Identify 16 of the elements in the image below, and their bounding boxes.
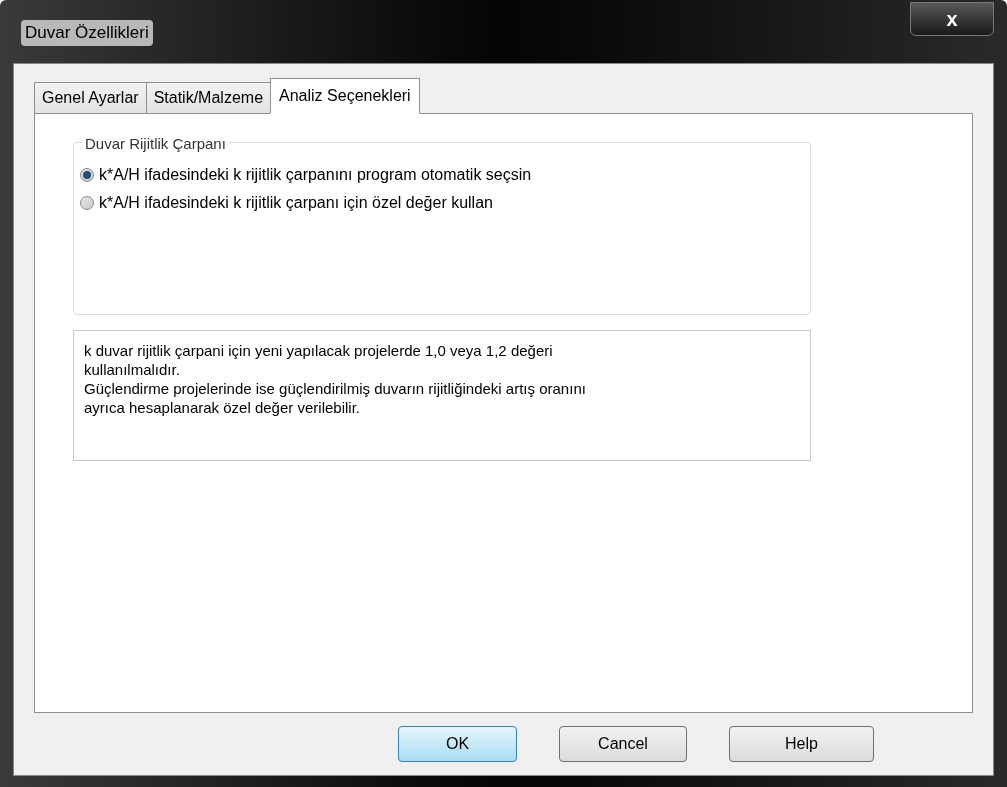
dialog-button[interactable]: Help [729,726,874,762]
radio-button[interactable] [80,168,94,182]
radio-label: k*A/H ifadesindeki k rijitlik çarpanını program otomatik seçsin [99,165,532,185]
dialog-button[interactable]: Cancel [559,726,687,762]
info-text: k duvar rijitlik çarpani için yeni yapılacak projelerde 1,0 veya 1,2 değeri [84,341,553,360]
info-text: ayrıca hesaplanarak özel değer verilebilir. [84,398,360,417]
radio-label: k*A/H ifadesindeki k rijitlik çarpanı için özel değer kullan [99,193,493,213]
tab[interactable]: Analiz Seçenekleri [270,78,420,114]
radio-button[interactable] [80,196,94,210]
info-text: kullanılmalıdır. [84,360,180,379]
dialog-button[interactable]: OK [398,726,517,762]
close-button[interactable]: x [910,2,994,36]
window-title: Duvar Özellikleri [21,20,153,46]
info-text: Güçlendirme projelerinde ise güçlendirilmiş duvarın rijitliğindeki artış oranını [84,379,586,398]
tab[interactable]: Statik/Malzeme [145,82,272,114]
tab[interactable]: Genel Ayarlar [34,82,147,114]
